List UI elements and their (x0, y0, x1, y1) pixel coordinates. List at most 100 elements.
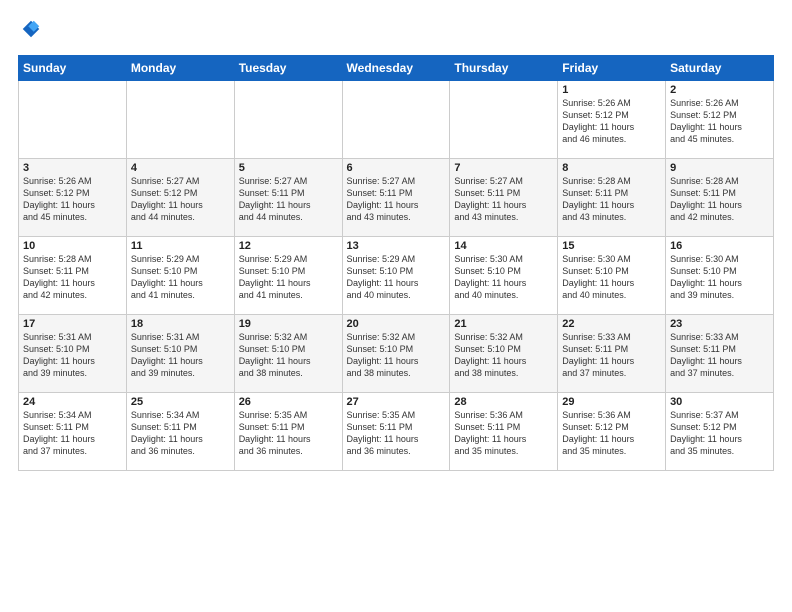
calendar-cell: 24Sunrise: 5:34 AM Sunset: 5:11 PM Dayli… (19, 393, 127, 471)
day-number: 17 (23, 318, 122, 330)
day-info: Sunrise: 5:33 AM Sunset: 5:11 PM Dayligh… (670, 331, 769, 380)
calendar-cell: 19Sunrise: 5:32 AM Sunset: 5:10 PM Dayli… (234, 315, 342, 393)
day-number: 15 (562, 240, 661, 252)
calendar-cell: 10Sunrise: 5:28 AM Sunset: 5:11 PM Dayli… (19, 237, 127, 315)
day-number: 7 (454, 162, 553, 174)
day-info: Sunrise: 5:35 AM Sunset: 5:11 PM Dayligh… (239, 409, 338, 458)
day-info: Sunrise: 5:29 AM Sunset: 5:10 PM Dayligh… (131, 253, 230, 302)
calendar-week-1: 1Sunrise: 5:26 AM Sunset: 5:12 PM Daylig… (19, 81, 774, 159)
logo (18, 18, 42, 45)
calendar-header-monday: Monday (126, 56, 234, 81)
day-info: Sunrise: 5:26 AM Sunset: 5:12 PM Dayligh… (23, 175, 122, 224)
header (18, 18, 774, 45)
day-number: 3 (23, 162, 122, 174)
day-info: Sunrise: 5:34 AM Sunset: 5:11 PM Dayligh… (131, 409, 230, 458)
calendar-header-thursday: Thursday (450, 56, 558, 81)
day-number: 29 (562, 396, 661, 408)
day-number: 21 (454, 318, 553, 330)
day-info: Sunrise: 5:29 AM Sunset: 5:10 PM Dayligh… (347, 253, 446, 302)
calendar-cell: 25Sunrise: 5:34 AM Sunset: 5:11 PM Dayli… (126, 393, 234, 471)
day-number: 6 (347, 162, 446, 174)
calendar-week-5: 24Sunrise: 5:34 AM Sunset: 5:11 PM Dayli… (19, 393, 774, 471)
calendar-cell: 26Sunrise: 5:35 AM Sunset: 5:11 PM Dayli… (234, 393, 342, 471)
day-number: 13 (347, 240, 446, 252)
calendar-cell: 29Sunrise: 5:36 AM Sunset: 5:12 PM Dayli… (558, 393, 666, 471)
calendar-cell: 6Sunrise: 5:27 AM Sunset: 5:11 PM Daylig… (342, 159, 450, 237)
day-info: Sunrise: 5:28 AM Sunset: 5:11 PM Dayligh… (23, 253, 122, 302)
calendar-cell (342, 81, 450, 159)
day-number: 10 (23, 240, 122, 252)
calendar-week-3: 10Sunrise: 5:28 AM Sunset: 5:11 PM Dayli… (19, 237, 774, 315)
day-number: 1 (562, 84, 661, 96)
day-number: 14 (454, 240, 553, 252)
calendar-cell: 28Sunrise: 5:36 AM Sunset: 5:11 PM Dayli… (450, 393, 558, 471)
calendar-header-row: SundayMondayTuesdayWednesdayThursdayFrid… (19, 56, 774, 81)
calendar-cell: 8Sunrise: 5:28 AM Sunset: 5:11 PM Daylig… (558, 159, 666, 237)
calendar-cell: 17Sunrise: 5:31 AM Sunset: 5:10 PM Dayli… (19, 315, 127, 393)
day-info: Sunrise: 5:28 AM Sunset: 5:11 PM Dayligh… (670, 175, 769, 224)
day-info: Sunrise: 5:30 AM Sunset: 5:10 PM Dayligh… (670, 253, 769, 302)
calendar-cell (234, 81, 342, 159)
page: SundayMondayTuesdayWednesdayThursdayFrid… (0, 0, 792, 485)
day-info: Sunrise: 5:32 AM Sunset: 5:10 PM Dayligh… (239, 331, 338, 380)
day-info: Sunrise: 5:27 AM Sunset: 5:11 PM Dayligh… (239, 175, 338, 224)
calendar-cell: 30Sunrise: 5:37 AM Sunset: 5:12 PM Dayli… (666, 393, 774, 471)
calendar-cell: 21Sunrise: 5:32 AM Sunset: 5:10 PM Dayli… (450, 315, 558, 393)
calendar-cell: 7Sunrise: 5:27 AM Sunset: 5:11 PM Daylig… (450, 159, 558, 237)
day-info: Sunrise: 5:28 AM Sunset: 5:11 PM Dayligh… (562, 175, 661, 224)
day-number: 26 (239, 396, 338, 408)
day-info: Sunrise: 5:26 AM Sunset: 5:12 PM Dayligh… (562, 97, 661, 146)
day-number: 11 (131, 240, 230, 252)
calendar-cell: 2Sunrise: 5:26 AM Sunset: 5:12 PM Daylig… (666, 81, 774, 159)
logo-icon (20, 18, 42, 40)
calendar-header-tuesday: Tuesday (234, 56, 342, 81)
day-number: 12 (239, 240, 338, 252)
day-number: 28 (454, 396, 553, 408)
day-info: Sunrise: 5:34 AM Sunset: 5:11 PM Dayligh… (23, 409, 122, 458)
day-info: Sunrise: 5:30 AM Sunset: 5:10 PM Dayligh… (454, 253, 553, 302)
day-number: 27 (347, 396, 446, 408)
day-number: 4 (131, 162, 230, 174)
day-info: Sunrise: 5:32 AM Sunset: 5:10 PM Dayligh… (347, 331, 446, 380)
day-number: 30 (670, 396, 769, 408)
calendar-week-2: 3Sunrise: 5:26 AM Sunset: 5:12 PM Daylig… (19, 159, 774, 237)
calendar-cell: 15Sunrise: 5:30 AM Sunset: 5:10 PM Dayli… (558, 237, 666, 315)
calendar-cell: 16Sunrise: 5:30 AM Sunset: 5:10 PM Dayli… (666, 237, 774, 315)
calendar-cell: 23Sunrise: 5:33 AM Sunset: 5:11 PM Dayli… (666, 315, 774, 393)
calendar-cell: 4Sunrise: 5:27 AM Sunset: 5:12 PM Daylig… (126, 159, 234, 237)
calendar-cell: 11Sunrise: 5:29 AM Sunset: 5:10 PM Dayli… (126, 237, 234, 315)
calendar-cell (450, 81, 558, 159)
day-info: Sunrise: 5:29 AM Sunset: 5:10 PM Dayligh… (239, 253, 338, 302)
day-number: 25 (131, 396, 230, 408)
day-info: Sunrise: 5:27 AM Sunset: 5:12 PM Dayligh… (131, 175, 230, 224)
day-number: 24 (23, 396, 122, 408)
day-info: Sunrise: 5:31 AM Sunset: 5:10 PM Dayligh… (23, 331, 122, 380)
calendar-table: SundayMondayTuesdayWednesdayThursdayFrid… (18, 55, 774, 471)
day-info: Sunrise: 5:31 AM Sunset: 5:10 PM Dayligh… (131, 331, 230, 380)
day-number: 9 (670, 162, 769, 174)
day-number: 8 (562, 162, 661, 174)
calendar-header-saturday: Saturday (666, 56, 774, 81)
day-number: 19 (239, 318, 338, 330)
day-number: 5 (239, 162, 338, 174)
calendar-cell: 22Sunrise: 5:33 AM Sunset: 5:11 PM Dayli… (558, 315, 666, 393)
day-number: 23 (670, 318, 769, 330)
calendar-cell (126, 81, 234, 159)
calendar-header-sunday: Sunday (19, 56, 127, 81)
calendar-header-friday: Friday (558, 56, 666, 81)
day-number: 20 (347, 318, 446, 330)
day-info: Sunrise: 5:35 AM Sunset: 5:11 PM Dayligh… (347, 409, 446, 458)
day-number: 2 (670, 84, 769, 96)
calendar-cell: 5Sunrise: 5:27 AM Sunset: 5:11 PM Daylig… (234, 159, 342, 237)
day-info: Sunrise: 5:26 AM Sunset: 5:12 PM Dayligh… (670, 97, 769, 146)
calendar-cell: 1Sunrise: 5:26 AM Sunset: 5:12 PM Daylig… (558, 81, 666, 159)
calendar-week-4: 17Sunrise: 5:31 AM Sunset: 5:10 PM Dayli… (19, 315, 774, 393)
day-info: Sunrise: 5:27 AM Sunset: 5:11 PM Dayligh… (347, 175, 446, 224)
calendar-cell: 13Sunrise: 5:29 AM Sunset: 5:10 PM Dayli… (342, 237, 450, 315)
day-info: Sunrise: 5:37 AM Sunset: 5:12 PM Dayligh… (670, 409, 769, 458)
day-number: 16 (670, 240, 769, 252)
calendar-cell: 27Sunrise: 5:35 AM Sunset: 5:11 PM Dayli… (342, 393, 450, 471)
calendar-cell: 20Sunrise: 5:32 AM Sunset: 5:10 PM Dayli… (342, 315, 450, 393)
day-info: Sunrise: 5:36 AM Sunset: 5:11 PM Dayligh… (454, 409, 553, 458)
day-info: Sunrise: 5:27 AM Sunset: 5:11 PM Dayligh… (454, 175, 553, 224)
